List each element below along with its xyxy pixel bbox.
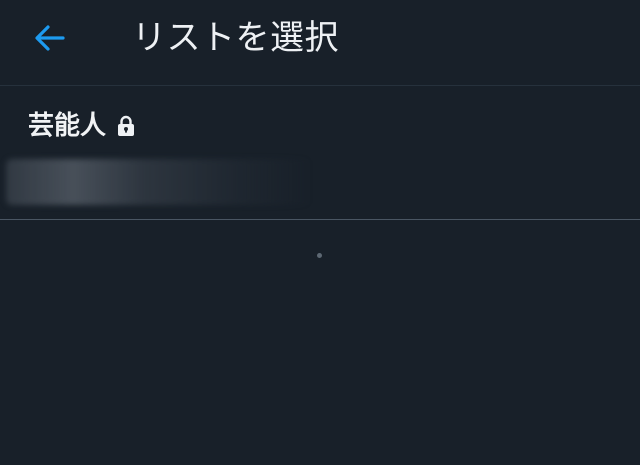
select-list-screen: リストを選択 芸能人 bbox=[0, 0, 640, 465]
blurred-list-detail bbox=[6, 159, 311, 205]
lock-icon bbox=[116, 115, 136, 137]
arrow-left-icon bbox=[34, 24, 66, 52]
list-name: 芸能人 bbox=[28, 111, 107, 141]
list-item[interactable]: 芸能人 bbox=[0, 87, 640, 220]
header-bar: リストを選択 bbox=[0, 0, 640, 86]
loading-indicator bbox=[317, 253, 322, 258]
list-name-row: 芸能人 bbox=[28, 109, 136, 143]
back-button[interactable] bbox=[26, 18, 74, 58]
page-title: リストを選択 bbox=[132, 18, 339, 58]
